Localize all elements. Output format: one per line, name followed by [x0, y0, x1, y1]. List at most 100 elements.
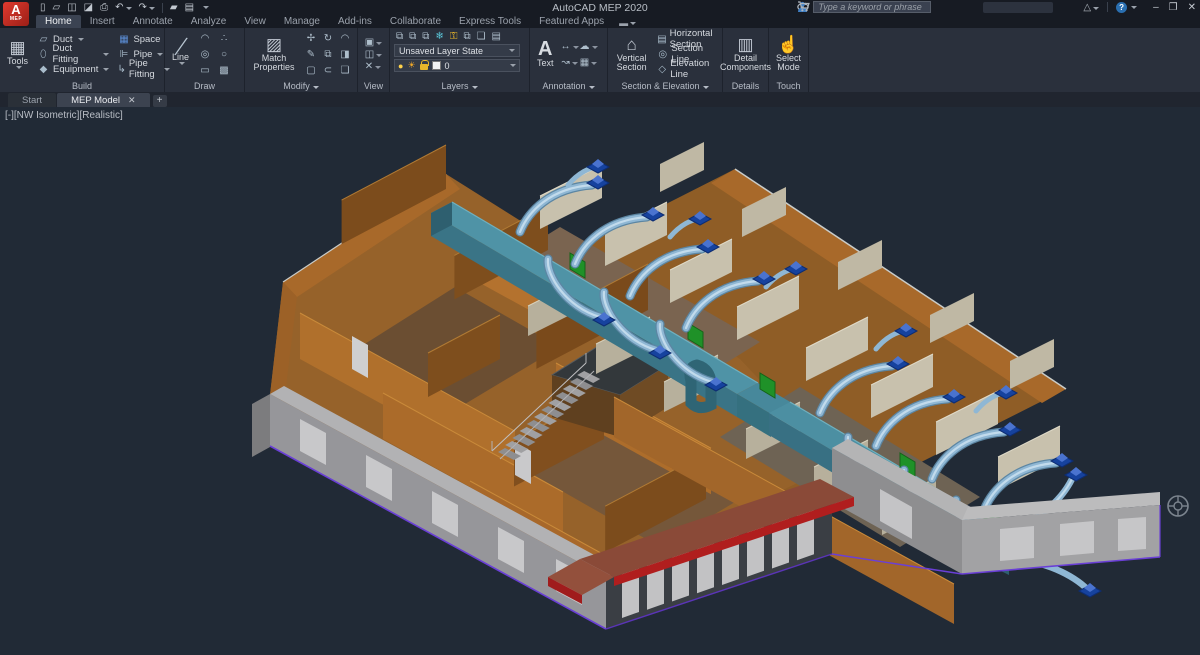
panel-label-modify[interactable]: Modify: [245, 80, 357, 92]
signin-field[interactable]: [983, 1, 1054, 13]
pipe-fitting-button[interactable]: ↳ Pipe Fitting: [115, 58, 172, 80]
tab-analyze[interactable]: Analyze: [182, 15, 236, 28]
layer-thaw-icon[interactable]: ☀: [407, 60, 415, 71]
qat-separator: [161, 2, 163, 13]
leader-icon[interactable]: ↝: [561, 57, 578, 68]
ellipse-icon[interactable]: ○: [221, 49, 227, 60]
qat-dropdown-caret[interactable]: [203, 6, 210, 9]
line-button[interactable]: ╱ Line: [169, 38, 192, 66]
table-icon[interactable]: ▦: [580, 57, 598, 68]
restore-button[interactable]: ❐: [1169, 2, 1178, 13]
rotate-icon[interactable]: ↻: [324, 33, 332, 44]
save-icon[interactable]: ◫: [67, 2, 76, 13]
layer-match-icon[interactable]: ⧉: [463, 31, 470, 42]
tab-view[interactable]: View: [235, 15, 275, 28]
text-button[interactable]: A Text: [534, 38, 557, 70]
panel-label-layers[interactable]: Layers: [390, 80, 529, 92]
file-tab-mep-model[interactable]: MEP Model ✕: [57, 93, 150, 107]
layer-freeze-icon[interactable]: ❄: [435, 31, 443, 42]
minimize-button[interactable]: –: [1153, 2, 1159, 13]
tab-manage[interactable]: Manage: [275, 15, 329, 28]
open-file-icon[interactable]: ▱: [53, 2, 61, 13]
help-menu[interactable]: ?: [1116, 1, 1138, 13]
tools-button[interactable]: ▦ Tools: [4, 38, 31, 71]
move-icon[interactable]: ✢: [307, 33, 315, 44]
revision-cloud-icon[interactable]: ☁: [580, 41, 598, 52]
layer-isolate-icon[interactable]: ⧉: [422, 31, 429, 42]
titlebar-separator: [1107, 2, 1109, 12]
new-file-icon[interactable]: ▯: [40, 2, 46, 13]
rectangle-icon[interactable]: ▭: [200, 65, 209, 76]
quick-access-toolbar: ▯ ▱ ◫ ◪ ⎙ ↶ ↷ ▰ ▤: [40, 2, 210, 13]
visual-styles-icon[interactable]: ◫: [365, 49, 383, 60]
panel-label-section[interactable]: Section & Elevation: [608, 80, 722, 92]
copy-icon[interactable]: ⧉: [324, 49, 331, 60]
hatch-icon[interactable]: ▩: [219, 65, 228, 76]
layer-lock-icon[interactable]: ⚿: [450, 31, 458, 42]
properties-icon[interactable]: ▤: [185, 2, 194, 13]
detail-components-button[interactable]: ▥ Detail Components: [717, 35, 774, 74]
sheet-set-icon[interactable]: ▰: [170, 2, 178, 13]
redo-icon[interactable]: ↷: [139, 2, 155, 13]
layer-color-swatch[interactable]: [431, 61, 441, 70]
explode-icon[interactable]: ▢: [306, 65, 315, 76]
tab-annotate[interactable]: Annotate: [124, 15, 182, 28]
panel-label-build[interactable]: Build: [0, 80, 164, 92]
search-binoculars-icon[interactable]: [797, 1, 953, 13]
ribbon-display-toggle[interactable]: ▬: [619, 18, 637, 28]
layer-caret[interactable]: [510, 64, 516, 67]
space-button[interactable]: ▦ Space: [115, 32, 172, 46]
elevation-line-button[interactable]: ◇ Elevation Line: [655, 58, 718, 80]
close-tab-icon[interactable]: ✕: [128, 95, 136, 106]
plot-icon[interactable]: ⎙: [100, 2, 108, 13]
views-cube-icon[interactable]: ▣: [365, 37, 383, 48]
select-mode-button[interactable]: ☝ Select Mode: [773, 35, 804, 74]
offset-icon[interactable]: ⊂: [324, 65, 332, 76]
sign-in-icon[interactable]: [798, 1, 975, 13]
array-icon[interactable]: ❏: [341, 65, 350, 76]
tab-insert[interactable]: Insert: [81, 15, 124, 28]
app-store-cart-icon[interactable]: [798, 1, 1075, 13]
layer-unlock-icon[interactable]: [419, 60, 429, 70]
layer-dropdown[interactable]: ● ☀ 0: [394, 59, 520, 72]
match-properties-button[interactable]: ▨ Match Properties: [249, 35, 299, 74]
a360-icon[interactable]: △: [1083, 2, 1100, 13]
circle-icon[interactable]: ◎: [201, 49, 210, 60]
tab-home[interactable]: Home: [36, 15, 81, 28]
erase-icon[interactable]: ✎: [307, 49, 315, 60]
viewport-controls-label[interactable]: [-][NW Isometric][Realistic]: [5, 110, 123, 121]
panel-label-draw[interactable]: Draw: [165, 80, 244, 92]
panel-label-annotation[interactable]: Annotation: [530, 80, 607, 92]
tab-addins[interactable]: Add-ins: [329, 15, 381, 28]
layer-state-dropdown[interactable]: Unsaved Layer State: [394, 44, 520, 57]
app-logo[interactable]: A MEP: [3, 2, 29, 26]
vertical-section-button[interactable]: ⌂ Vertical Section: [612, 35, 651, 74]
model-space-viewport[interactable]: [-][NW Isometric][Realistic]: [0, 107, 1200, 655]
duct-fitting-button[interactable]: ⬯ Duct Fitting: [35, 43, 111, 65]
layer-properties-icon[interactable]: ⧉: [396, 31, 403, 42]
search-input[interactable]: [813, 1, 932, 13]
tab-featured-apps[interactable]: Featured Apps: [530, 15, 613, 28]
layer-off-icon[interactable]: ⧉: [409, 31, 416, 42]
fillet-icon[interactable]: ◠: [341, 33, 350, 44]
viewport-config-icon[interactable]: ✕: [365, 61, 382, 72]
tab-collaborate[interactable]: Collaborate: [381, 15, 450, 28]
panel-label-touch[interactable]: Touch: [769, 80, 808, 92]
undo-icon[interactable]: ↶: [115, 2, 132, 13]
new-drawing-tab-button[interactable]: +: [152, 95, 167, 107]
point-icon[interactable]: ∴: [221, 33, 227, 44]
dimension-icon[interactable]: ↔: [561, 41, 579, 52]
close-button[interactable]: ✕: [1188, 2, 1196, 13]
arc-icon[interactable]: ◠: [201, 33, 210, 44]
layer-states-icon[interactable]: ▤: [492, 31, 501, 42]
layer-on-icon[interactable]: ●: [398, 61, 403, 71]
layer-prev-icon[interactable]: ❏: [477, 31, 486, 42]
file-tab-start[interactable]: Start: [8, 93, 57, 107]
help-icon[interactable]: ?: [1116, 1, 1128, 13]
panel-label-details[interactable]: Details: [723, 80, 768, 92]
save-as-icon[interactable]: ◪: [84, 2, 93, 13]
equipment-button[interactable]: ◆ Equipment: [35, 62, 111, 76]
stretch-icon[interactable]: ◨: [340, 49, 349, 60]
tab-express-tools[interactable]: Express Tools: [450, 15, 530, 28]
panel-label-view[interactable]: View: [358, 80, 389, 92]
